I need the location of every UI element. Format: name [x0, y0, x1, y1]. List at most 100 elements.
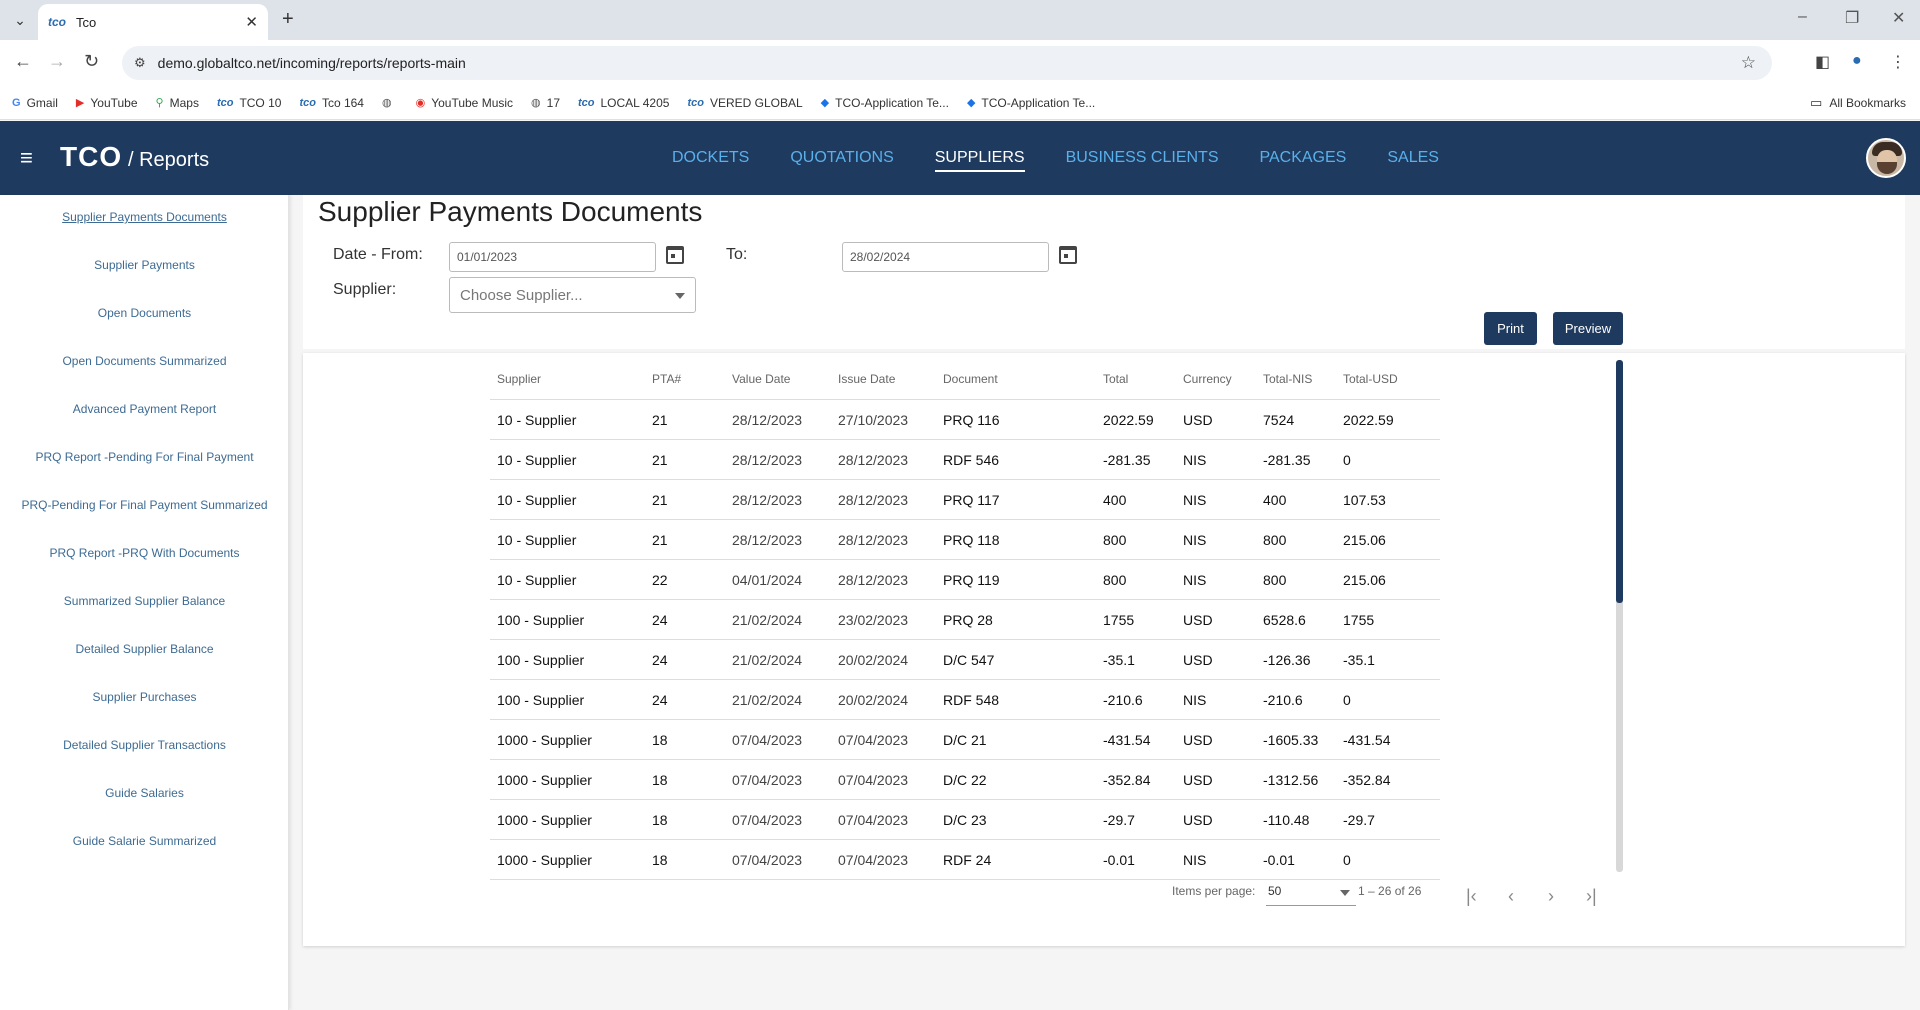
scrollbar-thumb[interactable] [1616, 360, 1623, 603]
nav-sales[interactable]: SALES [1387, 149, 1439, 172]
table-cell: -281.35 [1263, 451, 1311, 468]
table-cell: 100 - Supplier [497, 691, 585, 708]
sidebar-item-guide-salaries[interactable]: Guide Salaries [0, 786, 289, 800]
nav-suppliers[interactable]: SUPPLIERS [934, 149, 1025, 172]
sidebar-item-advanced-payment-report[interactable]: Advanced Payment Report [0, 402, 289, 416]
table-cell: D/C 22 [943, 771, 987, 788]
sidebar-item-prq-with-documents[interactable]: PRQ Report -PRQ With Documents [0, 546, 289, 560]
bookmark-item[interactable]: G Gmail [12, 96, 58, 110]
bookmark-item[interactable]: ▶ YouTube [76, 96, 138, 110]
sidebar-item-summarized-supplier-balance[interactable]: Summarized Supplier Balance [0, 594, 289, 608]
sidebar-item-detailed-supplier-balance[interactable]: Detailed Supplier Balance [0, 642, 289, 656]
minimize-icon[interactable]: – [1798, 8, 1807, 26]
back-arrow-icon[interactable]: ← [14, 51, 32, 72]
kebab-menu-icon[interactable]: ⋮ [1890, 52, 1906, 72]
tab-search-chevron-icon[interactable]: ⌄ [8, 8, 32, 32]
preview-button[interactable]: Preview [1553, 312, 1623, 345]
site-info-icon[interactable]: ⚙ [134, 55, 146, 71]
table-cell: 21 [652, 531, 668, 548]
nav-packages[interactable]: PACKAGES [1260, 149, 1347, 172]
bookmark-item[interactable]: ◆ TCO-Application Te... [821, 96, 949, 110]
bookmark-item[interactable]: ◆ TCO-Application Te... [967, 96, 1095, 110]
sidebar-item-prq-pending-summarized[interactable]: PRQ-Pending For Final Payment Summarized [0, 498, 289, 512]
column-header[interactable]: Issue Date [838, 372, 943, 386]
browser-tab[interactable]: tco Tco ✕ [38, 4, 268, 40]
calendar-icon[interactable] [1059, 246, 1077, 264]
table-row[interactable]: 1000 - Supplier 18 07/04/2023 07/04/2023 D/C… [490, 760, 1440, 800]
table-row[interactable]: 100 - Supplier 24 21/02/2024 20/02/2024 D/C … [490, 640, 1440, 680]
previous-page-icon[interactable]: ‹ [1508, 886, 1514, 907]
sidebar-item-guide-salarie-summarized[interactable]: Guide Salarie Summarized [0, 834, 289, 848]
column-header[interactable]: Document [943, 372, 1103, 386]
date-from-input[interactable] [449, 242, 656, 272]
brand-logo[interactable]: TCO [60, 141, 122, 173]
reports-sidebar: Supplier Payments Documents Supplier Pay… [0, 195, 289, 1010]
table-cell: USD [1183, 651, 1213, 668]
bookmark-item[interactable]: tco LOCAL 4205 [578, 96, 669, 110]
nav-dockets[interactable]: DOCKETS [672, 149, 749, 172]
window-close-icon[interactable]: ✕ [1892, 8, 1905, 28]
table-cell: 28/12/2023 [732, 451, 803, 468]
url-omnibox[interactable]: ⚙ demo.globaltco.net/incoming/reports/re… [122, 46, 1772, 80]
last-page-icon[interactable]: ›| [1586, 886, 1597, 907]
table-row[interactable]: 100 - Supplier 24 21/02/2024 20/02/2024 RDF … [490, 680, 1440, 720]
table-row[interactable]: 10 - Supplier 21 28/12/2023 27/10/2023 PRQ 1… [490, 400, 1440, 440]
column-header[interactable]: Total-NIS [1263, 372, 1343, 386]
table-cell: 2022.59 [1343, 411, 1394, 428]
sidebar-item-supplier-payments[interactable]: Supplier Payments [0, 258, 289, 272]
side-panel-icon[interactable]: ◧ [1815, 52, 1830, 72]
table-row[interactable]: 1000 - Supplier 18 07/04/2023 07/04/2023 D/C… [490, 800, 1440, 840]
column-header[interactable]: Supplier [490, 372, 652, 386]
forward-arrow-icon[interactable]: → [48, 51, 66, 72]
bookmark-star-icon[interactable]: ☆ [1741, 53, 1756, 73]
folder-icon: ▭ [1810, 95, 1823, 110]
column-header[interactable]: Total [1103, 372, 1183, 386]
sidebar-item-open-documents-summarized[interactable]: Open Documents Summarized [0, 354, 289, 368]
sidebar-item-prq-pending-final-payment[interactable]: PRQ Report -Pending For Final Payment [0, 450, 289, 464]
print-button[interactable]: Print [1484, 312, 1537, 345]
sidebar-item-open-documents[interactable]: Open Documents [0, 306, 289, 320]
table-cell: USD [1183, 731, 1213, 748]
page-range-label: 1 – 26 of 26 [1358, 884, 1422, 898]
table-scrollbar[interactable] [1616, 360, 1623, 872]
table-row[interactable]: 10 - Supplier 22 04/01/2024 28/12/2023 PRQ 1… [490, 560, 1440, 600]
bookmark-item[interactable]: tco TCO 10 [217, 96, 282, 110]
all-bookmarks[interactable]: ▭ All Bookmarks [1810, 95, 1906, 111]
column-header[interactable]: Total-USD [1343, 372, 1440, 386]
first-page-icon[interactable]: |‹ [1466, 886, 1477, 907]
date-to-input[interactable] [842, 242, 1049, 272]
table-row[interactable]: 1000 - Supplier 18 07/04/2023 07/04/2023 D/C… [490, 720, 1440, 760]
column-header[interactable]: PTA# [652, 372, 732, 386]
bookmark-item[interactable]: ◍ [382, 96, 398, 109]
reload-icon[interactable]: ↻ [84, 51, 99, 72]
table-row[interactable]: 10 - Supplier 21 28/12/2023 28/12/2023 PRQ 1… [490, 520, 1440, 560]
column-header[interactable]: Currency [1183, 372, 1263, 386]
supplier-select[interactable]: Choose Supplier... [449, 277, 696, 313]
table-row[interactable]: 1000 - Supplier 18 07/04/2023 07/04/2023 RDF… [490, 840, 1440, 880]
table-row[interactable]: 10 - Supplier 21 28/12/2023 28/12/2023 PRQ 1… [490, 480, 1440, 520]
items-per-page-select[interactable]: 50 [1266, 884, 1356, 906]
sidebar-item-detailed-supplier-transactions[interactable]: Detailed Supplier Transactions [0, 738, 289, 752]
next-page-icon[interactable]: › [1548, 886, 1554, 907]
bookmark-item[interactable]: ◉ YouTube Music [416, 96, 513, 110]
sidebar-item-supplier-purchases[interactable]: Supplier Purchases [0, 690, 289, 704]
nav-quotations[interactable]: QUOTATIONS [790, 149, 893, 172]
column-header[interactable]: Value Date [732, 372, 838, 386]
table-row[interactable]: 10 - Supplier 21 28/12/2023 28/12/2023 RDF 5… [490, 440, 1440, 480]
table-cell: 100 - Supplier [497, 611, 585, 628]
bookmark-item[interactable]: ◍ 17 [531, 96, 560, 110]
bookmark-item[interactable]: tco VERED GLOBAL [687, 96, 802, 110]
bookmark-item[interactable]: tco Tco 164 [299, 96, 364, 110]
bookmark-item[interactable]: ⚲ Maps [156, 96, 199, 110]
table-row[interactable]: 100 - Supplier 24 21/02/2024 23/02/2023 PRQ … [490, 600, 1440, 640]
nav-business-clients[interactable]: BUSINESS CLIENTS [1066, 149, 1219, 172]
sidebar-item-supplier-payments-documents[interactable]: Supplier Payments Documents [0, 210, 289, 224]
user-avatar[interactable] [1866, 138, 1906, 178]
profile-icon[interactable]: ● [1852, 52, 1862, 70]
calendar-icon[interactable] [666, 246, 684, 264]
url-text[interactable]: demo.globaltco.net/incoming/reports/repo… [158, 55, 466, 71]
close-icon[interactable]: ✕ [245, 13, 258, 31]
hamburger-menu-icon[interactable]: ≡ [20, 147, 33, 169]
restore-icon[interactable]: ❐ [1845, 8, 1859, 28]
new-tab-plus-icon[interactable]: + [282, 8, 294, 31]
